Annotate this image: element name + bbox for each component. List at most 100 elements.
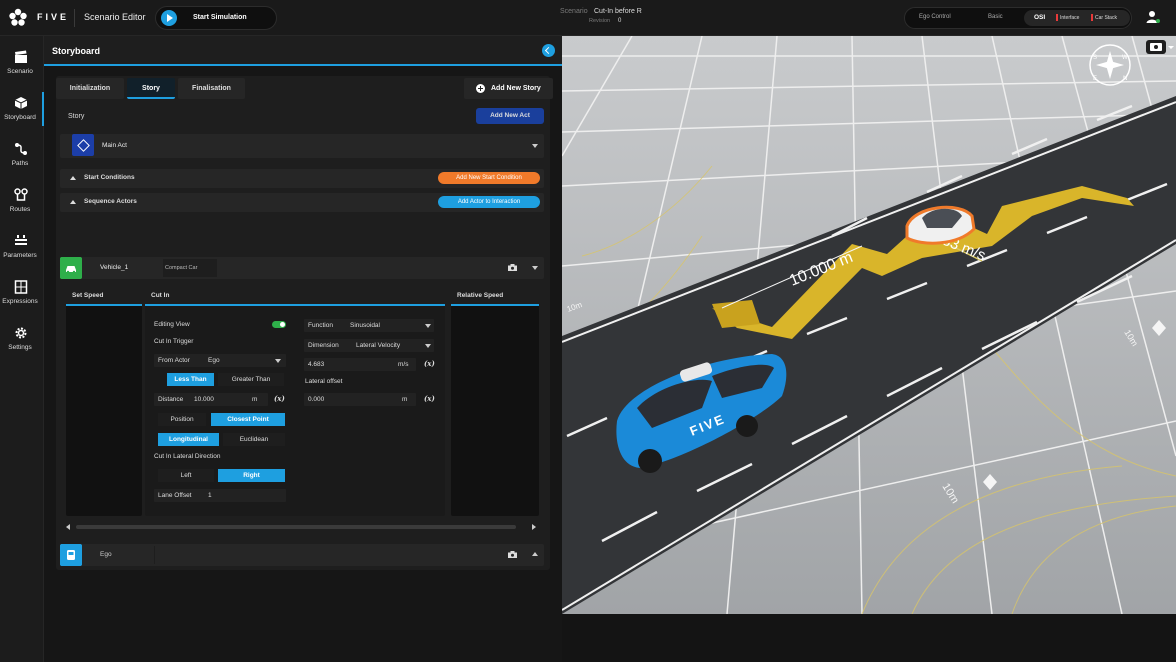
interface-status-indicator	[1056, 14, 1058, 21]
chevron-up-icon[interactable]	[532, 552, 538, 556]
sequence-actors-label: Sequence Actors	[84, 198, 137, 205]
chevron-down-icon	[275, 359, 281, 363]
vehicle-actor-row[interactable]: Vehicle_1 Compact Car	[60, 257, 544, 279]
set-speed-header[interactable]: Set Speed	[66, 286, 142, 306]
storyboard-panel: Storyboard Initialization Story Finalisa…	[44, 36, 562, 662]
horizontal-scrollbar[interactable]	[66, 523, 540, 531]
relative-speed-header[interactable]: Relative Speed	[451, 286, 539, 306]
dimension-label: Dimension	[308, 342, 339, 349]
mode-osi[interactable]: OSI Interface Car Stack	[1024, 10, 1130, 26]
interface-label: Interface	[1060, 15, 1080, 21]
nav-settings-label: Settings	[8, 344, 32, 351]
scene-render: 10.000 m 4.683 m/s FIVE 10m 10m 10m S W …	[562, 36, 1176, 614]
set-speed-column: Set Speed	[66, 286, 142, 516]
tab-story[interactable]: Story	[127, 78, 175, 99]
closest-point-option[interactable]: Closest Point	[211, 413, 285, 426]
less-than-option[interactable]: Less Than	[167, 373, 214, 386]
car-icon	[60, 257, 82, 279]
mode-ego-control[interactable]: Ego Control	[919, 14, 951, 20]
dimension-select[interactable]: Dimension Lateral Velocity	[304, 339, 434, 352]
start-conditions-row[interactable]: Start Conditions Add New Start Condition	[60, 169, 544, 188]
lateral-offset-value: 0.000	[308, 396, 325, 403]
nav-paths[interactable]: Paths	[0, 134, 44, 174]
plus-circle-icon	[476, 84, 485, 93]
chevron-down-icon	[425, 324, 431, 328]
distance-label: Distance	[158, 396, 184, 403]
start-conditions-label: Start Conditions	[84, 174, 135, 181]
from-actor-select[interactable]: From Actor Ego	[154, 354, 286, 367]
mode-basic[interactable]: Basic	[988, 14, 1003, 20]
tab-finalisation[interactable]: Finalisation	[178, 78, 245, 99]
cut-in-lateral-direction-title: Cut In Lateral Direction	[154, 453, 221, 460]
nav-scenario[interactable]: Scenario	[0, 42, 44, 82]
lateral-offset-label: Lateral offset	[305, 378, 343, 385]
sequence-actors-row[interactable]: Sequence Actors Add Actor to Interaction	[60, 193, 544, 212]
nav-parameters-label: Parameters	[3, 252, 37, 259]
add-new-act-button[interactable]: Add New Act	[476, 108, 544, 124]
velocity-value: 4.683	[308, 361, 325, 368]
divider	[74, 9, 75, 27]
right-option[interactable]: Right	[218, 469, 285, 482]
editing-view-toggle[interactable]	[272, 321, 286, 328]
left-option[interactable]: Left	[158, 469, 214, 482]
compass-s: S	[1093, 55, 1097, 61]
distance-field[interactable]: Distance 10.000 m	[154, 393, 268, 406]
scroll-left-icon[interactable]	[66, 524, 70, 530]
sliders-icon	[15, 235, 27, 245]
nav-storyboard[interactable]: Storyboard	[0, 88, 44, 128]
compass-icon[interactable]: S W N E	[1089, 44, 1131, 86]
lateral-offset-field[interactable]: 0.000 m	[304, 393, 416, 406]
from-actor-value: Ego	[208, 357, 220, 364]
nav-settings[interactable]: Settings	[0, 318, 44, 358]
add-start-condition-button[interactable]: Add New Start Condition	[438, 172, 540, 184]
chevron-down-icon[interactable]	[532, 266, 538, 270]
euclidean-option[interactable]: Euclidean	[223, 433, 285, 446]
scroll-right-icon[interactable]	[532, 524, 536, 530]
play-icon	[161, 10, 177, 26]
camera-icon[interactable]	[508, 551, 517, 558]
longitudinal-option[interactable]: Longitudinal	[158, 433, 219, 446]
story-content: Initialization Story Finalisation Add Ne…	[56, 76, 553, 570]
collapse-panel-button[interactable]	[542, 44, 555, 57]
function-label: Function	[308, 322, 333, 329]
user-icon[interactable]	[1146, 10, 1160, 24]
add-actor-button[interactable]: Add Actor to Interaction	[438, 196, 540, 208]
divider	[154, 546, 155, 564]
viewport-footer	[562, 614, 1176, 662]
position-option[interactable]: Position	[158, 413, 206, 426]
compass-w: W	[1122, 55, 1128, 61]
add-new-story-button[interactable]: Add New Story	[464, 78, 553, 99]
scrollbar-thumb[interactable]	[76, 525, 516, 529]
chevron-down-icon[interactable]	[532, 144, 538, 148]
velocity-field[interactable]: 4.683 m/s	[304, 358, 416, 371]
velocity-expression-icon[interactable]: (x)	[424, 359, 435, 368]
nav-expressions[interactable]: Expressions	[0, 272, 44, 312]
revision-value: 0	[618, 18, 622, 24]
distance-unit: m	[252, 396, 258, 403]
scene-viewport[interactable]: 10.000 m 4.683 m/s FIVE 10m 10m 10m S W …	[562, 36, 1176, 614]
start-simulation-button[interactable]: Start Simulation	[155, 6, 277, 30]
camera-icon[interactable]	[508, 264, 517, 271]
add-new-story-label: Add New Story	[491, 85, 541, 92]
lateral-offset-expression-icon[interactable]: (x)	[424, 394, 435, 403]
distance-value: 10.000	[194, 396, 214, 403]
tab-initialization[interactable]: Initialization	[56, 78, 124, 99]
story-label: Story	[68, 113, 85, 120]
car-stack-status-indicator	[1091, 14, 1093, 21]
nav-routes[interactable]: Routes	[0, 180, 44, 220]
nav-scenario-label: Scenario	[7, 68, 33, 75]
lateral-offset-unit: m	[402, 396, 408, 403]
vehicle-type: Compact Car	[163, 259, 217, 277]
revision-label: Revision	[589, 18, 611, 24]
greater-than-option[interactable]: Greater Than	[218, 373, 284, 386]
nav-parameters[interactable]: Parameters	[0, 226, 44, 266]
function-select[interactable]: Function Sinusoidal	[304, 319, 434, 332]
chevron-down-icon	[425, 344, 431, 348]
calculator-icon	[14, 280, 28, 294]
distance-expression-icon[interactable]: (x)	[274, 394, 285, 403]
car-stack-label: Car Stack	[1095, 15, 1117, 21]
main-act-row[interactable]: Main Act	[60, 134, 544, 158]
lane-offset-field[interactable]: Lane Offset 1	[154, 489, 286, 502]
cut-in-header[interactable]: Cut In	[145, 286, 445, 306]
ego-actor-row[interactable]: Ego	[60, 544, 544, 566]
